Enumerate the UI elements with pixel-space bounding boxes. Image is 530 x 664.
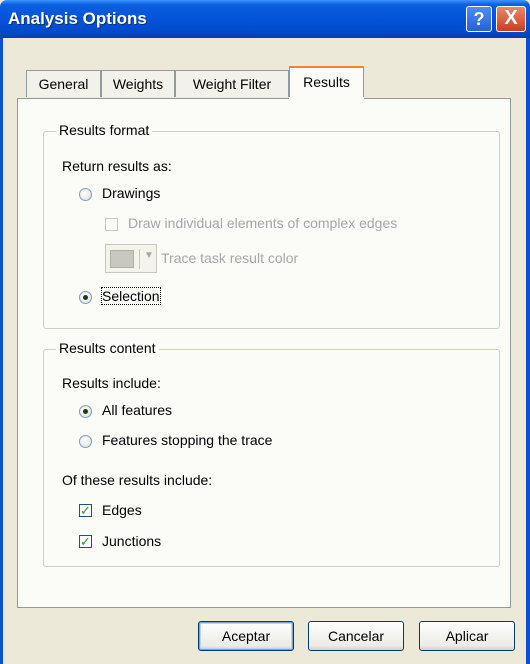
window-title: Analysis Options	[8, 9, 147, 28]
all-features-label[interactable]: All features	[102, 402, 172, 418]
tab-weight-filter[interactable]: Weight Filter	[175, 70, 289, 97]
draw-individual-elements-label: Draw individual elements of complex edge…	[128, 215, 398, 231]
of-these-results-label: Of these results include:	[62, 472, 213, 488]
selection-radio-label[interactable]: Selection	[101, 287, 161, 305]
radio-selected-dot	[83, 295, 88, 300]
junctions-label[interactable]: Junctions	[102, 533, 161, 549]
apply-button[interactable]: Aplicar	[419, 621, 515, 651]
features-stopping-trace-label[interactable]: Features stopping the trace	[102, 432, 272, 448]
draw-individual-elements-checkbox[interactable]	[105, 218, 118, 231]
trace-color-label: Trace task result color	[161, 250, 299, 266]
help-button[interactable]: ?	[466, 6, 492, 32]
drawings-radio[interactable]	[79, 188, 92, 201]
color-divider	[139, 249, 140, 269]
results-content-legend: Results content	[56, 340, 159, 356]
results-format-legend: Results format	[56, 122, 153, 138]
color-swatch	[110, 250, 134, 268]
drawings-radio-label[interactable]: Drawings	[102, 185, 160, 201]
chevron-down-icon: ▼	[144, 250, 154, 261]
trace-color-dropdown[interactable]: ▼	[105, 244, 157, 273]
tab-weights[interactable]: Weights	[101, 70, 175, 97]
window-border-left	[0, 38, 3, 664]
title-bar[interactable]: Analysis Options ? X	[0, 0, 530, 38]
results-include-label: Results include:	[62, 375, 161, 391]
features-stopping-trace-radio[interactable]	[79, 435, 92, 448]
junctions-checkbox[interactable]: ✓	[79, 535, 92, 548]
radio-selected-dot	[83, 409, 88, 414]
edges-label[interactable]: Edges	[102, 502, 142, 518]
edges-checkbox[interactable]: ✓	[79, 504, 92, 517]
tab-results[interactable]: Results	[289, 66, 364, 99]
active-tab-joiner	[289, 97, 364, 100]
tab-general[interactable]: General	[26, 70, 101, 97]
selection-radio[interactable]	[79, 291, 92, 304]
close-button[interactable]: X	[496, 6, 526, 32]
ok-button[interactable]: Aceptar	[198, 621, 294, 651]
cancel-button[interactable]: Cancelar	[308, 621, 404, 651]
window-border-right	[526, 38, 530, 664]
all-features-radio[interactable]	[79, 405, 92, 418]
return-results-as-label: Return results as:	[62, 158, 172, 174]
